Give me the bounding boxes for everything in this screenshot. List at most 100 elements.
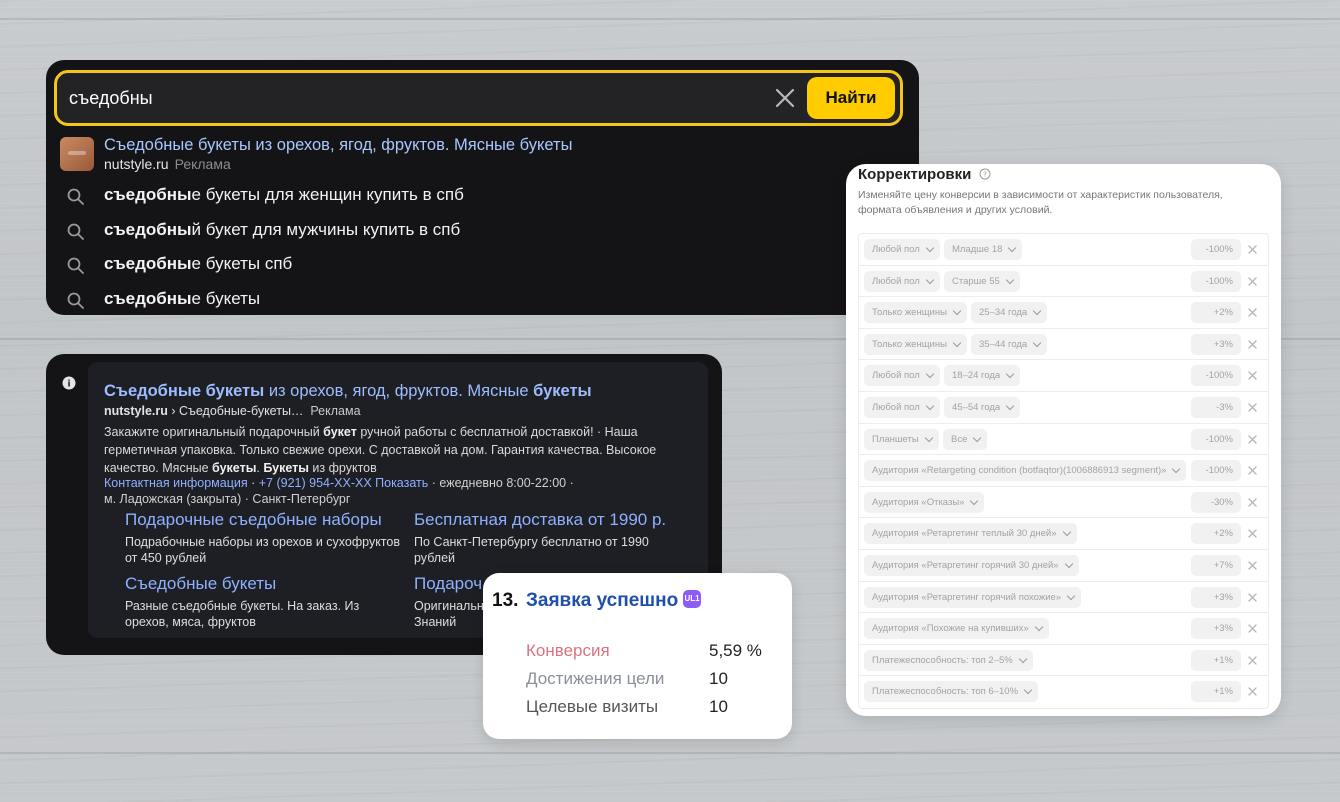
goal-number: 13. — [492, 590, 519, 611]
suggestion-text: съедобные букеты — [104, 289, 261, 308]
help-icon[interactable]: ? — [979, 168, 991, 180]
remove-icon[interactable] — [1247, 370, 1258, 381]
suggestion-item[interactable]: съедобные букеты для женщин купить в спб — [66, 181, 886, 211]
adjustment-row: Аудитория «Похожие на купивших» +3% — [859, 613, 1268, 645]
remove-icon[interactable] — [1247, 465, 1258, 476]
suggestion-item[interactable]: съедобные букеты — [66, 285, 886, 315]
goal-title[interactable]: Заявка успешно — [526, 590, 678, 612]
condition-select[interactable]: Платежеспособность: топ 2–5% — [864, 649, 1033, 671]
adjustment-row: Платежеспособность: топ 2–5% +1% — [859, 645, 1268, 677]
remove-icon[interactable] — [1247, 402, 1258, 413]
phone-link[interactable]: +7 (921) 954-XX-XX Показать — [259, 476, 429, 490]
contacts-link[interactable]: Контактная информация — [104, 476, 248, 490]
remove-icon[interactable] — [1247, 655, 1258, 666]
ad-thumbnail — [60, 137, 94, 171]
remove-icon[interactable] — [1247, 623, 1258, 634]
suggestion-item[interactable]: съедобный букет для мужчины купить в спб — [66, 216, 886, 246]
adjustment-percent-input[interactable]: -100% — [1191, 428, 1241, 450]
adjustment-percent-input[interactable]: -100% — [1191, 365, 1241, 387]
ad-suggestion[interactable]: Съедобные букеты из орехов, ягод, фрукто… — [60, 136, 900, 176]
remove-icon[interactable] — [1247, 560, 1258, 571]
value-select[interactable]: Старше 55 — [944, 270, 1020, 292]
value-select[interactable]: 45–54 года — [944, 397, 1021, 418]
condition-select[interactable]: Любой пол — [864, 365, 940, 387]
conversion-goal-card: 13. Заявка успешно UL1 Конверсия 5,59 % … — [483, 573, 792, 739]
adjustment-row: Аудитория «Retargeting condition (botfaq… — [859, 455, 1268, 487]
remove-icon[interactable] — [1247, 592, 1258, 603]
remove-icon[interactable] — [1247, 434, 1258, 445]
ad-url[interactable]: nutstyle.ru › Съедобные-букеты… Реклама — [104, 404, 361, 418]
ad-label: Реклама — [174, 156, 231, 172]
adjustment-percent-input[interactable]: +3% — [1191, 333, 1241, 355]
adjustment-percent-input[interactable]: +3% — [1191, 586, 1241, 608]
svg-text:i: i — [67, 380, 70, 390]
remove-icon[interactable] — [1247, 497, 1258, 508]
sitelink[interactable]: Съедобные букеты Разные съедобные букеты… — [125, 574, 400, 630]
search-icon — [67, 257, 84, 274]
condition-select[interactable]: Только женщины — [864, 302, 967, 324]
ad-domain-text: nutstyle.ru — [104, 156, 169, 172]
remove-icon[interactable] — [1247, 307, 1258, 318]
adjustment-percent-input[interactable]: -3% — [1191, 397, 1241, 418]
remove-icon[interactable] — [1247, 528, 1258, 539]
value-select[interactable]: 35–44 года — [971, 333, 1048, 355]
adjustments-table: Любой пол Младше 18 -100% Любой пол Старше 5… — [858, 233, 1269, 709]
value-select[interactable]: 25–34 года — [971, 302, 1048, 324]
value-select[interactable]: Младше 18 — [944, 239, 1023, 260]
adjustment-row: Аудитория «Ретаргетинг горячий похожие» +… — [859, 582, 1268, 614]
adjustment-percent-input[interactable]: -100% — [1191, 270, 1241, 292]
adjustment-row: Любой пол 45–54 года -3% — [859, 392, 1268, 424]
condition-select[interactable]: Любой пол — [864, 397, 940, 418]
adjustment-percent-input[interactable]: -30% — [1191, 491, 1241, 513]
adjustment-row: Аудитория «Ретаргетинг теплый 30 дней» +2… — [859, 518, 1268, 550]
condition-select[interactable]: Любой пол — [864, 239, 940, 260]
adjustment-percent-input[interactable]: -100% — [1191, 460, 1241, 482]
condition-select[interactable]: Аудитория «Retargeting condition (botfaq… — [864, 460, 1187, 482]
condition-select[interactable]: Аудитория «Отказы» — [864, 491, 985, 513]
suggestion-item[interactable]: съедобные букеты спб — [66, 250, 886, 280]
condition-select[interactable]: Планшеты — [864, 428, 939, 450]
ad-title-link[interactable]: Съедобные букеты из орехов, ягод, фрукто… — [104, 382, 592, 401]
sitelink-title[interactable]: Подароч — [414, 574, 494, 594]
condition-select[interactable]: Платежеспособность: топ 6–10% — [864, 681, 1039, 703]
adjustment-percent-input[interactable]: +1% — [1191, 649, 1241, 671]
remove-icon[interactable] — [1247, 339, 1258, 350]
goal-badge: UL1 — [683, 590, 701, 608]
conversion-label: Конверсия — [526, 641, 610, 660]
info-icon[interactable]: i — [62, 376, 76, 390]
condition-select[interactable]: Только женщины — [864, 333, 967, 355]
condition-select[interactable]: Аудитория «Похожие на купивших» — [864, 618, 1049, 640]
goal-reached-label: Достижения цели — [526, 669, 665, 688]
condition-select[interactable]: Аудитория «Ретаргетинг теплый 30 дней» — [864, 523, 1077, 545]
adjustment-percent-input[interactable]: +2% — [1191, 302, 1241, 324]
remove-icon[interactable] — [1247, 686, 1258, 697]
adjustment-row: Любой пол Старше 55 -100% — [859, 266, 1268, 298]
ad-suggestion-domain: nutstyle.ru Реклама — [104, 156, 231, 172]
remove-icon[interactable] — [1247, 244, 1258, 255]
condition-select[interactable]: Аудитория «Ретаргетинг горячий похожие» — [864, 586, 1082, 608]
adjustment-percent-input[interactable]: +3% — [1191, 618, 1241, 640]
conversion-value: 5,59 % — [709, 641, 762, 660]
suggestion-text: съедобный букет для мужчины купить в спб — [104, 220, 461, 239]
sitelink-title[interactable]: Бесплатная доставка от 1990 р. — [414, 510, 689, 530]
suggestion-text: съедобные букеты спб — [104, 254, 293, 273]
adjustment-percent-input[interactable]: +2% — [1191, 523, 1241, 545]
sitelink-title[interactable]: Подарочные съедобные наборы — [125, 510, 400, 530]
condition-select[interactable]: Любой пол — [864, 270, 940, 292]
value-select[interactable]: 18–24 года — [944, 365, 1021, 387]
condition-select[interactable]: Аудитория «Ретаргетинг горячий 30 дней» — [864, 555, 1079, 576]
sitelink[interactable]: Бесплатная доставка от 1990 р. По Санкт-… — [414, 510, 689, 566]
sitelink[interactable]: Подарочные съедобные наборы Подрабочные … — [125, 510, 400, 566]
goal-reached-value: 10 — [709, 669, 728, 688]
search-input[interactable] — [69, 83, 749, 113]
sitelink-title[interactable]: Съедобные букеты — [125, 574, 400, 594]
adjustment-percent-input[interactable]: +7% — [1191, 555, 1241, 576]
clear-icon[interactable] — [773, 86, 797, 110]
ad-suggestion-title: Съедобные букеты из орехов, ягод, фрукто… — [104, 136, 573, 154]
find-button[interactable]: Найти — [807, 77, 895, 119]
adjustment-percent-input[interactable]: +1% — [1191, 681, 1241, 703]
remove-icon[interactable] — [1247, 276, 1258, 287]
sitelink[interactable]: Подароч Оригинальн Знаний — [414, 574, 494, 630]
adjustment-percent-input[interactable]: -100% — [1191, 239, 1241, 260]
value-select[interactable]: Все — [943, 428, 988, 450]
